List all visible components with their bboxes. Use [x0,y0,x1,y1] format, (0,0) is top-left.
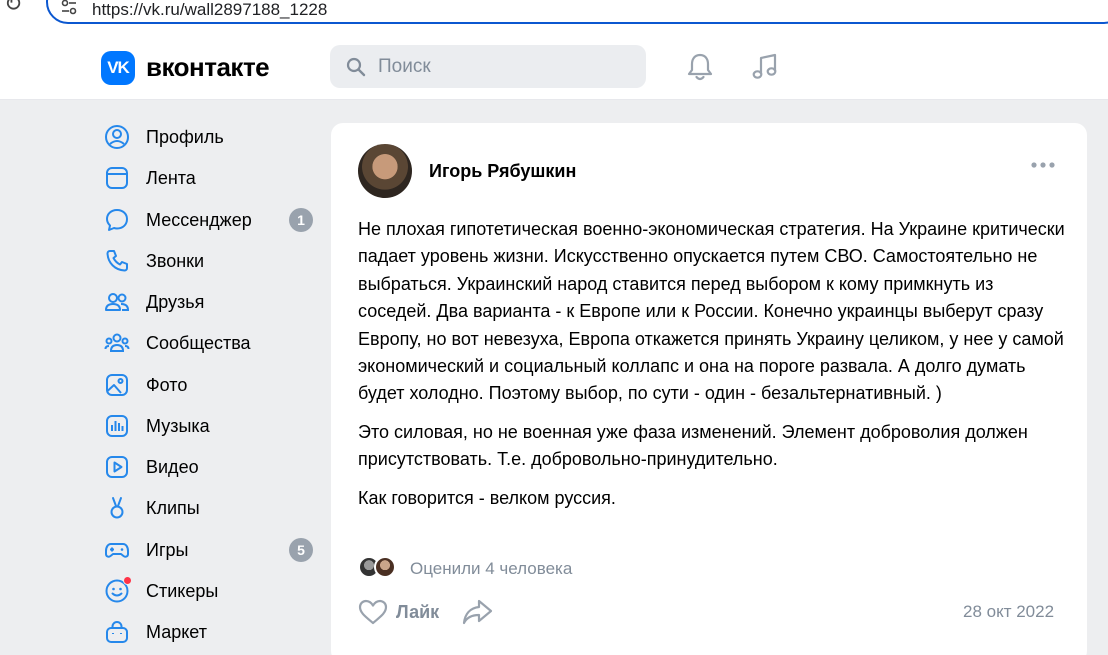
sidebar-item-label: Фото [146,374,188,395]
sidebar-item-calls[interactable]: Звонки [104,243,314,279]
post-text: Не плохая гипотетическая военно-экономич… [358,216,1068,523]
profile-icon [105,125,129,149]
brand-name[interactable]: вконтакте [146,52,270,83]
sidebar-item-label: Лента [146,167,196,188]
address-bar[interactable]: https://vk.ru/wall2897188_1228 [46,0,1108,24]
site-header: VK вконтакте [0,34,1108,100]
post-date[interactable]: 28 окт 2022 [963,602,1054,622]
url-text[interactable]: https://vk.ru/wall2897188_1228 [92,0,327,20]
more-options-icon[interactable] [1031,161,1055,169]
sidebar-item-market[interactable]: Маркет [104,614,314,650]
clips-icon [110,497,124,519]
phone-icon [106,250,128,272]
post-paragraph: Как говорится - велком руссия. [358,487,616,508]
market-icon [106,620,128,643]
sidebar-item-label: Маркет [146,621,207,642]
sidebar-item-friends[interactable]: Друзья [104,284,314,320]
vk-logo-icon[interactable]: VK [101,51,135,85]
unread-count-badge: 1 [289,208,313,232]
communities-icon [104,333,130,352]
like-button[interactable]: Лайк [358,597,439,627]
sidebar-item-label: Мессенджер [146,209,252,230]
friends-icon [105,293,130,311]
sidebar-item-label: Видео [146,456,199,477]
sidebar-item-label: Клипы [146,497,200,518]
sidebar-item-feed[interactable]: Лента [104,160,314,196]
sidebar-item-label: Друзья [146,291,205,312]
music-player-icon[interactable] [750,52,780,82]
site-settings-icon[interactable] [60,0,78,16]
games-icon [105,543,129,558]
sidebar-item-label: Музыка [146,415,210,436]
games-count-badge: 5 [289,538,313,562]
sidebar-item-label: Звонки [146,250,205,271]
sidebar-item-profile[interactable]: Профиль [104,119,314,155]
search-box[interactable] [330,45,646,88]
sidebar-item-photos[interactable]: Фото [104,367,314,403]
sidebar-item-communities[interactable]: Сообщества [104,325,314,361]
search-icon [346,57,366,77]
notifications-bell-icon[interactable] [686,52,714,82]
post-paragraph: Это силовая, но не военная уже фаза изме… [358,421,1028,470]
heart-icon [358,599,388,625]
sidebar-item-label: Сообщества [146,332,251,353]
likes-summary[interactable]: Оценили 4 человека [410,559,572,579]
new-stickers-dot [123,576,132,585]
post-paragraph: Не плохая гипотетическая военно-экономич… [358,219,1065,404]
reload-icon[interactable]: ↻ [4,0,22,17]
left-sidebar: Профиль Лента Мессенджер 1 Звонки Друзья [84,100,330,655]
music-icon [106,415,128,437]
sidebar-item-stickers[interactable]: Стикеры [104,573,314,609]
liker-avatar[interactable] [374,556,396,578]
sidebar-item-messenger[interactable]: Мессенджер 1 [104,202,314,238]
sidebar-item-label: Профиль [146,126,224,147]
sidebar-item-label: Игры [146,539,189,560]
wall-post: Игорь Рябушкин Не плохая гипотетическая … [331,123,1087,655]
share-icon[interactable] [462,597,494,627]
photo-icon [106,374,128,396]
sidebar-item-games[interactable]: Игры 5 [104,532,314,568]
video-icon [106,456,128,478]
sidebar-item-video[interactable]: Видео [104,449,314,485]
browser-toolbar: ↻ https://vk.ru/wall2897188_1228 [0,0,1108,34]
messenger-icon [106,209,128,231]
sidebar-item-label: Стикеры [146,580,219,601]
sidebar-item-clips[interactable]: Клипы [104,490,314,526]
post-author-name[interactable]: Игорь Рябушкин [429,161,576,182]
stickers-icon-wrap [104,576,132,604]
feed-icon [106,167,128,189]
like-label: Лайк [396,601,440,622]
author-avatar[interactable] [358,144,412,198]
sidebar-item-music[interactable]: Музыка [104,408,314,444]
search-input[interactable] [378,45,628,88]
